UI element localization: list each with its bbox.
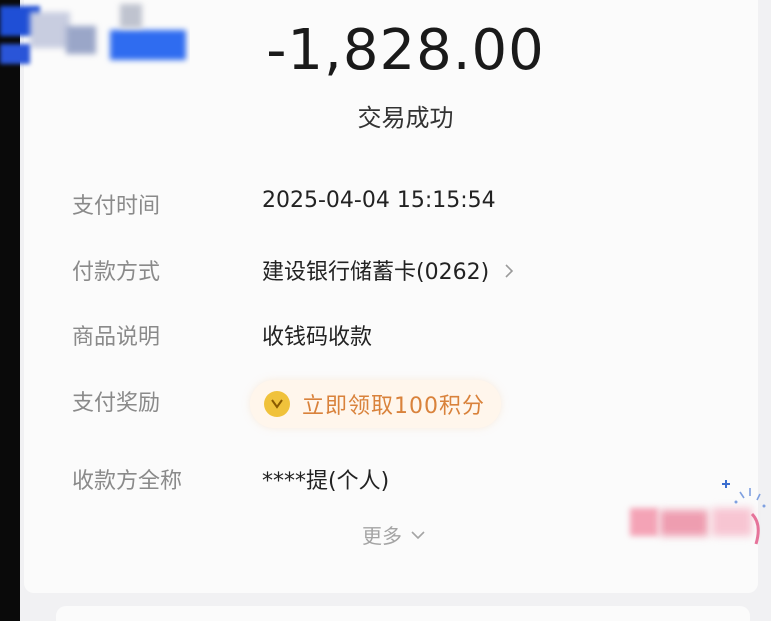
chevron-right-icon	[504, 260, 514, 285]
payee-label: 收款方全称	[72, 469, 183, 494]
payment-method-row[interactable]: 建设银行储蓄卡(0262)	[262, 254, 514, 286]
next-card	[56, 606, 750, 621]
transaction-amount: -1,828.00	[266, 18, 545, 83]
transaction-detail-page: -1,828.00 交易成功 支付时间 2025-04-04 15:15:54 …	[0, 0, 771, 621]
reward-value: 立即领取100积分	[302, 394, 485, 419]
coin-icon	[264, 391, 290, 417]
pay-time-value: 2025-04-04 15:15:54	[262, 188, 496, 213]
payment-method-value: 建设银行储蓄卡(0262)	[262, 260, 490, 285]
more-label: 更多	[362, 524, 402, 548]
claim-points-button[interactable]: 立即领取100积分	[250, 380, 501, 428]
payee-value: ****提(个人)	[262, 469, 390, 494]
payment-method-label: 付款方式	[72, 260, 161, 285]
description-value: 收钱码收款	[262, 325, 373, 350]
sparkle-icon	[722, 480, 766, 545]
description-label: 商品说明	[72, 325, 161, 350]
more-button[interactable]: 更多	[362, 520, 426, 549]
pay-time-label: 支付时间	[72, 194, 161, 219]
transaction-status: 交易成功	[357, 104, 454, 132]
chevron-down-icon	[411, 530, 425, 539]
transaction-card	[24, 0, 758, 593]
left-edge-strip	[0, 0, 20, 621]
reward-label: 支付奖励	[72, 391, 161, 416]
